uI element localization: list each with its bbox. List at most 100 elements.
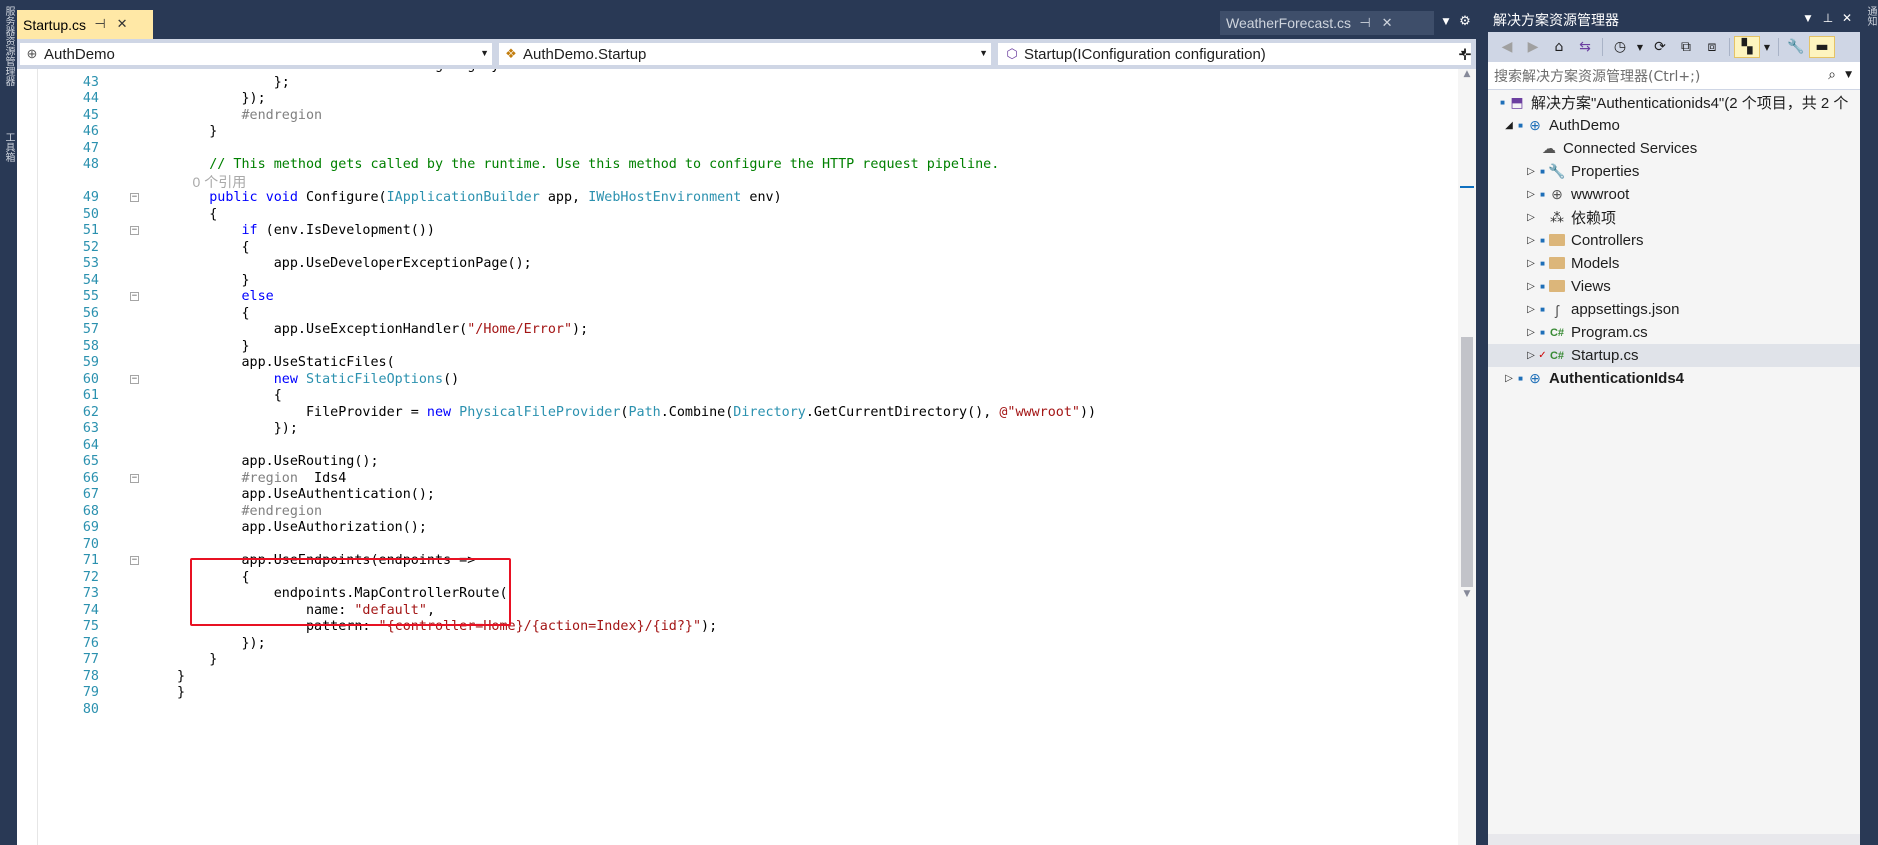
collapsed-arrow-icon[interactable]: ▷ [1524,189,1538,200]
close-icon[interactable]: ✕ [1379,16,1395,31]
pin-icon[interactable]: ⊣ [92,17,108,32]
tree-item-program-cs[interactable]: ▷ ■ C# Program.cs [1488,321,1860,344]
collapse-region-icon[interactable]: − [130,193,139,202]
lock-icon: ■ [1518,121,1523,130]
solution-explorer-toolbar: ◀ ▶ ⌂ ⇆ ◷ ▼ ⟳ ⧉ ⧈ ▚ ▼ 🔧 ▬ [1488,32,1860,62]
folder-icon [1547,256,1567,272]
lock-icon: ■ [1540,282,1545,291]
tree-item-appsettings[interactable]: ▷ ■ ʃ appsettings.json [1488,298,1860,321]
collapsed-arrow-icon[interactable]: ▷ [1524,350,1538,361]
tree-item-label: Connected Services [1563,140,1698,157]
tree-item-label: Controllers [1571,232,1644,249]
tab-startup-cs[interactable]: Startup.cs ⊣ ✕ [17,10,153,39]
show-all-files-icon[interactable]: ⧈ [1699,36,1725,58]
indicator-margin [17,69,38,845]
expanded-arrow-icon[interactable]: ◢ [1502,120,1516,131]
collapse-region-icon[interactable]: − [130,226,139,235]
solution-explorer-titlebar: 解决方案资源管理器 ▼ ⊥ ✕ [1488,8,1860,32]
collapse-region-icon[interactable]: − [130,292,139,301]
tree-item-startup-cs[interactable]: ▷ ✓ C# Startup.cs [1488,344,1860,367]
chevron-down-icon[interactable]: ▼ [1800,14,1816,24]
tool-window-icon[interactable]: ▬ [1809,36,1835,58]
toolbar-separator [1602,38,1603,56]
toolbar-separator [1729,38,1730,56]
lock-icon: ■ [1500,98,1505,107]
close-icon[interactable]: ✕ [114,17,130,32]
toolbox-tab[interactable]: 工具箱 [1,132,15,162]
solution-tree: ■ ⬒ 解决方案"Authenticationids4"(2 个项目，共 2 个… [1488,91,1860,845]
collapsed-arrow-icon[interactable]: ▷ [1524,327,1538,338]
properties-wrench-icon[interactable]: 🔧 [1783,36,1809,58]
search-placeholder: 搜索解决方案资源管理器(Ctrl+;) [1494,68,1701,85]
split-window-icon[interactable]: ✛ [1454,42,1476,66]
home-icon[interactable]: ⌂ [1546,36,1572,58]
code-view[interactable]: 42 ValidateIssuerSigningKey = true43 };4… [17,69,1458,845]
member-dropdown[interactable]: ⬡ Startup(IConfiguration configuration) … [997,42,1472,66]
collapsed-arrow-icon[interactable]: ▷ [1524,235,1538,246]
tree-item-authdemo[interactable]: ◢ ■ ⊕ AuthDemo [1488,114,1860,137]
collapse-region-icon[interactable]: − [130,473,139,483]
project-dropdown[interactable]: ⊕ AuthDemo ▼ [19,42,493,66]
navigation-bar: ⊕ AuthDemo ▼ ❖ AuthDemo.Startup ▼ ⬡ Star… [17,39,1476,69]
keep-open-icon[interactable]: ⊣ [1357,16,1373,31]
tree-item-authenticationids4[interactable]: ▷ ■ ⊕ AuthenticationIds4 [1488,367,1860,390]
tree-item-label: 解决方案"Authenticationids4"(2 个项目，共 2 个 [1531,95,1849,112]
collapsed-arrow-icon[interactable]: ▷ [1524,304,1538,315]
tab-label: WeatherForecast.cs [1226,15,1352,31]
solution-explorer-panel: 解决方案资源管理器 ▼ ⊥ ✕ ◀ ▶ ⌂ ⇆ ◷ ▼ ⟳ ⧉ ⧈ ▚ ▼ 🔧 … [1488,8,1860,845]
tree-item-controllers[interactable]: ▷ ■ Controllers [1488,229,1860,252]
tree-item-models[interactable]: ▷ ■ Models [1488,252,1860,275]
collapse-region-icon[interactable]: − [130,556,139,565]
solution-search-box[interactable]: 搜索解决方案资源管理器(Ctrl+;) ⌕ ▼ [1488,62,1860,90]
vertical-scrollbar[interactable]: ▲ ▼ [1458,69,1476,845]
lock-icon: ■ [1540,259,1545,268]
lock-icon: ■ [1540,190,1545,199]
web-project-icon: ⊕ [26,46,38,61]
csharp-file-icon: C# [1549,349,1565,362]
scroll-marker [1460,186,1474,188]
chevron-down-icon[interactable]: ▼ [1845,70,1852,80]
left-dock-strip: 服务器资源管理器 工具箱 [0,0,16,845]
notifications-tab[interactable]: 通知 [1863,6,1877,26]
collapsed-arrow-icon[interactable]: ▷ [1524,166,1538,177]
collapsed-arrow-icon[interactable]: ▷ [1524,258,1538,269]
switch-views-icon[interactable]: ⇆ [1572,36,1598,58]
collapse-all-icon[interactable]: ⧉ [1673,36,1699,58]
tree-item-label: AuthDemo [1549,117,1620,134]
tab-weatherforecast-cs[interactable]: WeatherForecast.cs ⊣ ✕ [1220,11,1434,35]
gear-icon[interactable]: ⚙ [1457,14,1473,29]
collapsed-arrow-icon[interactable]: ▷ [1502,373,1516,384]
chevron-down-icon[interactable]: ▼ [1633,36,1647,58]
collapsed-arrow-icon[interactable]: ▷ [1524,281,1538,292]
chevron-down-icon[interactable]: ▼ [1760,36,1774,58]
collapse-region-icon[interactable]: − [130,374,139,384]
search-icon[interactable]: ⌕ [1828,67,1836,83]
tree-item-connected-services[interactable]: ☁ Connected Services [1488,137,1860,160]
back-icon[interactable]: ◀ [1494,36,1520,58]
lock-icon: ■ [1540,236,1545,245]
chevron-down-icon[interactable]: ▼ [1438,17,1454,27]
tree-item-label: Models [1571,255,1620,272]
tree-item-properties[interactable]: ▷ ■ 🔧 Properties [1488,160,1860,183]
tree-item-label: Startup.cs [1571,347,1639,364]
collapsed-arrow-icon[interactable]: ▷ [1524,212,1538,223]
scrollbar-thumb[interactable] [1461,337,1473,587]
tree-item-views[interactable]: ▷ ■ Views [1488,275,1860,298]
type-dropdown[interactable]: ❖ AuthDemo.Startup ▼ [498,42,992,66]
scroll-up-icon[interactable]: ▲ [1458,69,1476,79]
pin-icon[interactable]: ⊥ [1820,11,1836,25]
close-icon[interactable]: ✕ [1839,11,1855,25]
scroll-down-icon[interactable]: ▼ [1458,589,1476,599]
lock-icon: ■ [1540,167,1545,176]
server-explorer-tab[interactable]: 服务器资源管理器 [1,6,15,86]
forward-icon[interactable]: ▶ [1520,36,1546,58]
horizontal-scrollbar[interactable] [1488,834,1860,845]
preview-selected-icon[interactable]: ▚ [1734,36,1760,58]
pending-changes-filter-icon[interactable]: ◷ [1607,36,1633,58]
sync-icon[interactable]: ⟳ [1647,36,1673,58]
tree-item-wwwroot[interactable]: ▷ ■ ⊕ wwwroot [1488,183,1860,206]
lock-icon: ■ [1540,305,1545,314]
tree-item-solution[interactable]: ■ ⬒ 解决方案"Authenticationids4"(2 个项目，共 2 个 [1488,91,1860,114]
code-line[interactable]: 80 [38,700,1458,720]
tree-item-dependencies[interactable]: ▷ ⁂ 依赖项 [1488,206,1860,229]
